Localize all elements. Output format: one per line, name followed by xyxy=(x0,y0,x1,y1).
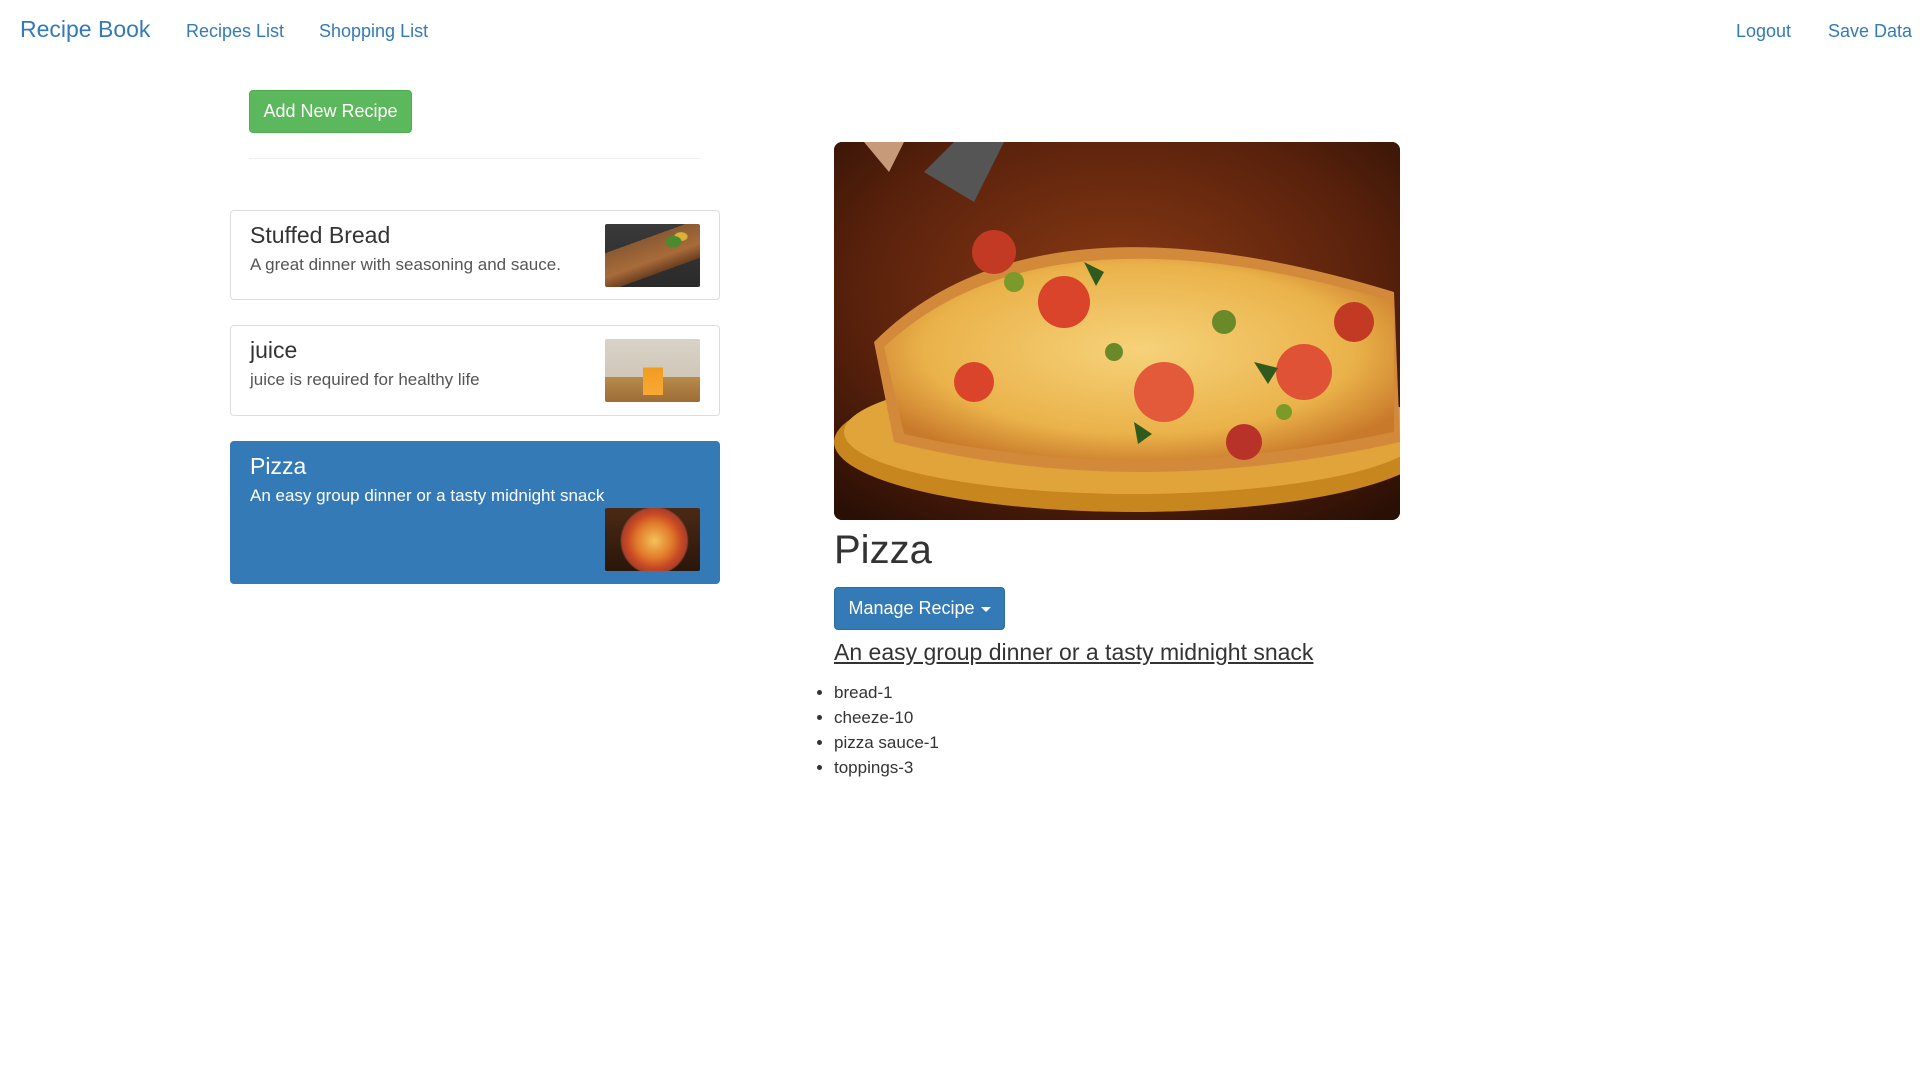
recipe-thumbnail-image xyxy=(605,339,700,402)
divider xyxy=(249,158,701,159)
recipe-item-description: juice is required for healthy life xyxy=(250,370,480,389)
add-new-recipe-button[interactable]: Add New Recipe xyxy=(249,90,412,133)
recipe-item-description: A great dinner with seasoning and sauce. xyxy=(250,255,561,274)
recipe-thumbnail-image xyxy=(605,224,700,287)
nav-save-data[interactable]: Save Data xyxy=(1828,21,1912,42)
recipe-item-title: juice xyxy=(250,337,298,363)
nav-recipes-list[interactable]: Recipes List xyxy=(186,21,284,42)
nav-shopping-list[interactable]: Shopping List xyxy=(319,21,428,42)
recipe-item-title: Stuffed Bread xyxy=(250,222,391,248)
recipe-list-item-active[interactable]: Pizza An easy group dinner or a tasty mi… xyxy=(230,441,720,584)
ingredient-item[interactable]: toppings-3 xyxy=(834,755,939,780)
caret-down-icon xyxy=(980,607,991,612)
recipe-list-item[interactable]: Stuffed Bread A great dinner with season… xyxy=(230,210,720,300)
manage-recipe-dropdown-button[interactable]: Manage Recipe xyxy=(834,587,1005,630)
navbar: Recipe Book Recipes List Shopping List L… xyxy=(0,0,1920,63)
recipe-item-description: An easy group dinner or a tasty midnight… xyxy=(250,486,605,505)
recipe-thumbnail-image xyxy=(605,508,700,571)
recipe-list-item[interactable]: juice juice is required for healthy life xyxy=(230,325,720,416)
recipe-detail-description: An easy group dinner or a tasty midnight… xyxy=(834,639,1314,665)
recipe-detail-title: Pizza xyxy=(834,528,932,572)
recipe-detail-image xyxy=(834,142,1400,520)
nav-logout[interactable]: Logout xyxy=(1736,21,1791,42)
ingredient-item[interactable]: pizza sauce-1 xyxy=(834,730,939,755)
brand-link[interactable]: Recipe Book xyxy=(20,16,150,43)
recipe-item-title: Pizza xyxy=(250,453,307,479)
ingredient-item[interactable]: bread-1 xyxy=(834,680,939,705)
manage-recipe-label: Manage Recipe xyxy=(848,598,975,618)
ingredients-list: bread-1 cheeze-10 pizza sauce-1 toppings… xyxy=(814,680,939,780)
ingredient-item[interactable]: cheeze-10 xyxy=(834,705,939,730)
